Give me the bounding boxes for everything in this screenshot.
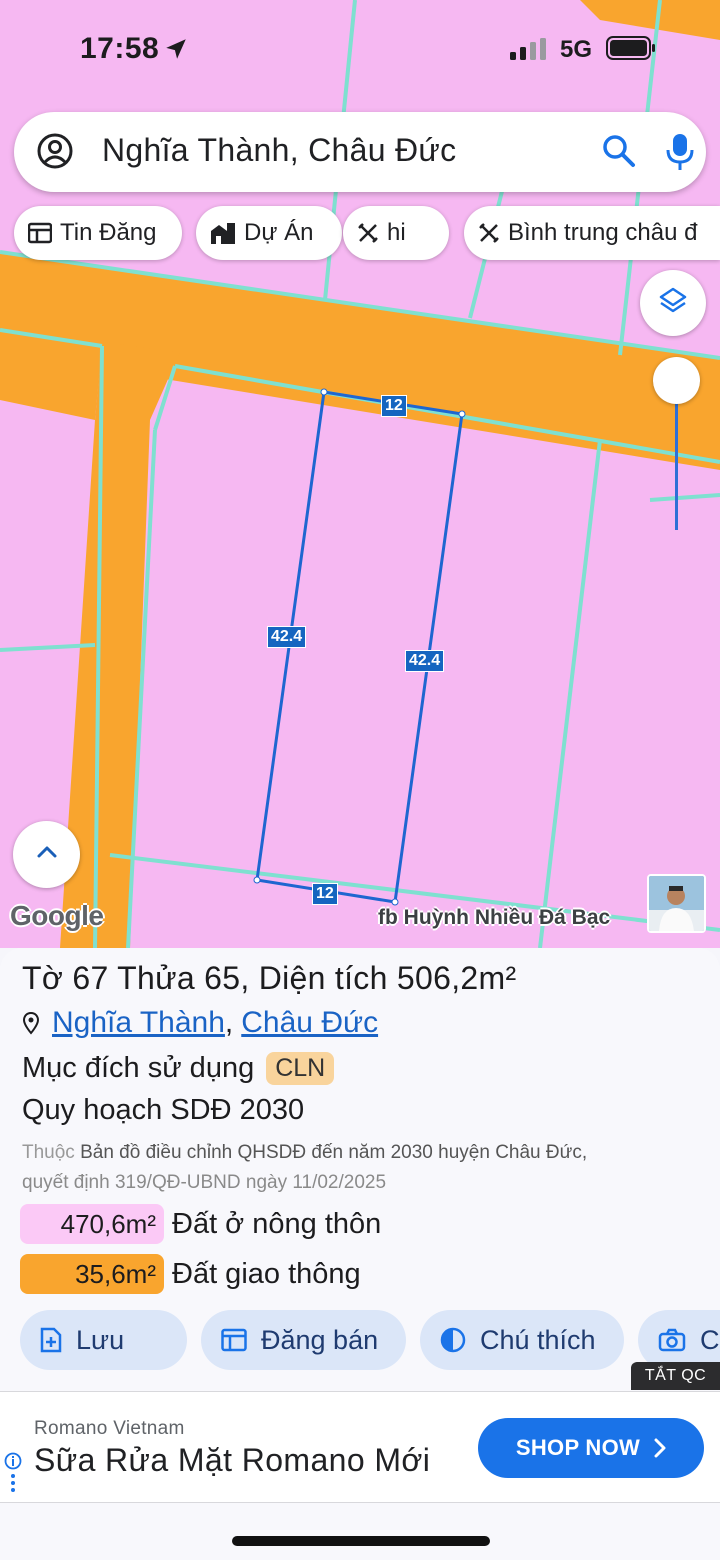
parcel-info-sheet: Tờ 67 Thửa 65, Diện tích 506,2m² Nghĩa T… — [0, 948, 720, 1560]
land-use-label: Đất giao thông — [172, 1257, 361, 1290]
chip-hi[interactable]: hi — [343, 206, 449, 260]
battery-icon — [606, 36, 656, 65]
camera-icon — [658, 1328, 686, 1352]
watermark-text: fb Huỳnh Nhiều Đá Bạc — [378, 906, 611, 929]
pin-icon — [22, 1011, 40, 1035]
opacity-slider-handle[interactable] — [653, 357, 700, 404]
google-logo: Google — [10, 900, 104, 931]
save-button[interactable]: Lưu — [20, 1310, 187, 1370]
chip-label: hi — [387, 219, 406, 246]
chip-binh-trung[interactable]: Bình trung châu đ — [464, 206, 720, 260]
search-icon[interactable] — [602, 134, 636, 173]
status-time: 17:58 — [80, 32, 160, 65]
land-use-area: 35,6m² — [20, 1254, 164, 1294]
profile-photo[interactable] — [647, 874, 706, 933]
filter-chips: Tin Đăng Dự Án hi Bình trung châu đ — [14, 206, 720, 262]
action-label: Chú thích — [480, 1324, 596, 1355]
land-use-row: 35,6m² Đất giao thông — [20, 1254, 361, 1294]
status-bar: 17:58 5G — [0, 0, 720, 100]
action-buttons: Lưu Đăng bán Chú thích C — [20, 1310, 720, 1372]
home-indicator[interactable] — [232, 1536, 490, 1546]
map-view[interactable]: 12 42.4 42.4 12 17:58 5G Nghĩa Thành, Ch… — [0, 0, 720, 948]
location-arrow-icon — [163, 36, 189, 67]
ward-link[interactable]: Nghĩa Thành — [52, 1006, 225, 1040]
district-link[interactable]: Châu Đức — [241, 1006, 378, 1040]
building-icon — [210, 221, 236, 245]
chip-label: Dự Án — [244, 219, 314, 246]
action-label: Lưu — [76, 1324, 125, 1355]
purpose-row: Mục đích sử dụng CLN — [22, 1052, 335, 1085]
network-type: 5G — [560, 36, 593, 63]
location-row: Nghĩa Thành, Châu Đức — [22, 1006, 378, 1040]
save-add-icon — [40, 1327, 62, 1353]
legend-button[interactable]: Chú thích — [420, 1310, 624, 1370]
ruler-pencil-icon — [357, 222, 379, 244]
expand-sheet-button[interactable] — [13, 821, 80, 888]
shop-now-button[interactable]: SHOP NOW — [478, 1418, 704, 1478]
ad-banner[interactable]: Romano Vietnam Sữa Rửa Mặt Romano Mới SH… — [0, 1391, 720, 1503]
camera-button[interactable]: C — [638, 1310, 720, 1370]
ad-headline[interactable]: Sữa Rửa Mặt Romano Mới — [34, 1442, 430, 1479]
sheet-number: 67 — [72, 960, 109, 996]
land-use-row: 470,6m² Đất ở nông thôn — [20, 1204, 381, 1244]
chip-label: Bình trung châu đ — [508, 219, 698, 246]
contrast-icon — [440, 1327, 466, 1353]
edge-label-bottom: 12 — [312, 883, 338, 905]
chip-label: Tin Đăng — [60, 219, 157, 246]
ad-info-icon[interactable] — [4, 1452, 22, 1501]
mic-icon[interactable] — [664, 132, 696, 177]
purpose-label: Mục đích sử dụng — [22, 1052, 255, 1084]
land-use-label: Đất ở nông thôn — [172, 1207, 382, 1240]
cta-label: SHOP NOW — [515, 1435, 641, 1460]
signal-icon — [510, 38, 548, 65]
action-label: C — [700, 1324, 720, 1355]
land-use-area: 470,6m² — [20, 1204, 164, 1244]
chevron-right-icon — [654, 1438, 666, 1458]
chevron-up-icon — [36, 845, 58, 864]
search-input[interactable]: Nghĩa Thành, Châu Đức — [102, 132, 456, 169]
purpose-badge: CLN — [266, 1052, 335, 1085]
edge-label-right: 42.4 — [405, 650, 445, 672]
account-icon[interactable] — [36, 132, 74, 175]
chip-du-an[interactable]: Dự Án — [196, 206, 342, 260]
ruler-pencil-icon — [478, 222, 500, 244]
post-sale-button[interactable]: Đăng bán — [201, 1310, 406, 1370]
plan-description: Thuộc Bản đồ điều chỉnh QHSDĐ đến năm 20… — [22, 1142, 588, 1193]
edge-label-left: 42.4 — [267, 626, 307, 648]
ad-advertiser: Romano Vietnam — [34, 1418, 185, 1439]
edge-label-top: 12 — [381, 395, 407, 417]
chip-tin-dang[interactable]: Tin Đăng — [14, 206, 182, 260]
parcel-title: Tờ 67 Thửa 65, Diện tích 506,2m² — [22, 960, 517, 996]
parcel-area: 506,2m² — [396, 960, 517, 996]
listing-icon — [28, 222, 52, 244]
plan-title: Quy hoạch SDĐ 2030 — [22, 1094, 305, 1126]
layers-button[interactable] — [640, 270, 706, 336]
parcel-number: 65 — [204, 960, 241, 996]
hide-ads-button[interactable]: TẮT QC — [631, 1362, 720, 1390]
layers-icon — [658, 286, 688, 321]
listing-icon — [221, 1328, 247, 1352]
action-label: Đăng bán — [261, 1324, 379, 1355]
search-bar[interactable]: Nghĩa Thành, Châu Đức — [14, 112, 706, 192]
